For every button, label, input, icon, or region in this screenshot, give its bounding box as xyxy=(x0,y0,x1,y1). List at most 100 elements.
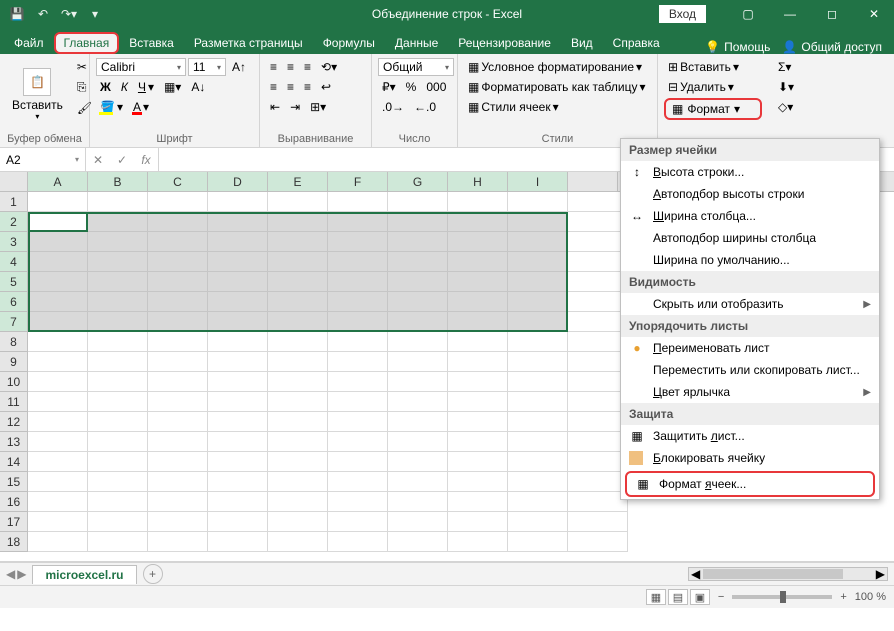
cell[interactable] xyxy=(208,412,268,432)
format-cells-button[interactable]: ▦Формат▾ xyxy=(664,98,762,120)
cell[interactable] xyxy=(28,372,88,392)
cell[interactable] xyxy=(328,472,388,492)
row-header[interactable]: 7 xyxy=(0,312,28,332)
align-center-icon[interactable]: ≡ xyxy=(283,78,298,96)
cell[interactable] xyxy=(508,452,568,472)
cell[interactable] xyxy=(28,392,88,412)
number-format-combo[interactable]: Общий▾ xyxy=(378,58,454,76)
column-header[interactable]: D xyxy=(208,172,268,191)
zoom-in-icon[interactable]: + xyxy=(840,591,846,603)
delete-cells-button[interactable]: ⊟Удалить▾ xyxy=(664,78,762,96)
cell[interactable] xyxy=(28,492,88,512)
dd-default-width[interactable]: Ширина по умолчанию... xyxy=(621,249,879,271)
row-header[interactable]: 13 xyxy=(0,432,28,452)
cell[interactable] xyxy=(448,292,508,312)
cell[interactable] xyxy=(388,392,448,412)
cell[interactable] xyxy=(88,492,148,512)
cell[interactable] xyxy=(28,532,88,552)
cell[interactable] xyxy=(328,372,388,392)
decrease-decimal-icon[interactable]: ←.0 xyxy=(410,98,440,116)
cell[interactable] xyxy=(568,192,628,212)
dd-lock-cell[interactable]: Блокировать ячейку xyxy=(621,447,879,469)
cell[interactable] xyxy=(328,452,388,472)
cell[interactable] xyxy=(268,452,328,472)
cell[interactable] xyxy=(448,312,508,332)
cell[interactable] xyxy=(508,512,568,532)
cell[interactable] xyxy=(568,212,628,232)
horizontal-scrollbar[interactable]: ◀▶ xyxy=(688,567,888,581)
font-color-icon[interactable]: A▾ xyxy=(129,98,153,116)
zoom-out-icon[interactable]: − xyxy=(718,591,724,603)
cell[interactable] xyxy=(148,292,208,312)
cell[interactable] xyxy=(88,352,148,372)
fx-icon[interactable]: fx xyxy=(134,153,158,167)
clear-icon[interactable]: ◇▾ xyxy=(774,98,822,116)
cell[interactable] xyxy=(268,512,328,532)
cell[interactable] xyxy=(88,372,148,392)
sheet-nav[interactable]: ◀▶ xyxy=(6,567,26,581)
cell[interactable] xyxy=(568,492,628,512)
cell[interactable] xyxy=(328,492,388,512)
row-header[interactable]: 16 xyxy=(0,492,28,512)
cells-area[interactable] xyxy=(28,192,628,552)
cell[interactable] xyxy=(508,312,568,332)
cell[interactable] xyxy=(568,312,628,332)
dd-hide-unhide[interactable]: Скрыть или отобразить▶ xyxy=(621,293,879,315)
cell[interactable] xyxy=(568,232,628,252)
row-header[interactable]: 4 xyxy=(0,252,28,272)
cell[interactable] xyxy=(208,192,268,212)
cell[interactable] xyxy=(208,372,268,392)
cell[interactable] xyxy=(508,432,568,452)
tab-review[interactable]: Рецензирование xyxy=(448,32,561,54)
cell[interactable] xyxy=(148,332,208,352)
cell[interactable] xyxy=(88,512,148,532)
tab-data[interactable]: Данные xyxy=(385,32,448,54)
bold-button[interactable]: Ж xyxy=(96,78,115,96)
cell[interactable] xyxy=(268,232,328,252)
tab-help[interactable]: Справка xyxy=(603,32,670,54)
decrease-font-icon[interactable]: A↓ xyxy=(187,78,209,96)
cell[interactable] xyxy=(148,232,208,252)
align-bottom-icon[interactable]: ≡ xyxy=(300,58,315,76)
cell[interactable] xyxy=(388,472,448,492)
insert-cells-button[interactable]: ⊞Вставить▾ xyxy=(664,58,762,76)
align-top-icon[interactable]: ≡ xyxy=(266,58,281,76)
cell[interactable] xyxy=(388,492,448,512)
increase-font-icon[interactable]: A↑ xyxy=(228,58,250,76)
cell[interactable] xyxy=(388,452,448,472)
cell[interactable] xyxy=(268,532,328,552)
cell[interactable] xyxy=(388,432,448,452)
cell[interactable] xyxy=(328,312,388,332)
dd-protect-sheet[interactable]: ▦Защитить лист... xyxy=(621,425,879,447)
cell[interactable] xyxy=(148,272,208,292)
cell[interactable] xyxy=(28,292,88,312)
cell[interactable] xyxy=(208,312,268,332)
cell[interactable] xyxy=(508,372,568,392)
share-button[interactable]: 👤Общий доступ xyxy=(782,40,882,54)
cell[interactable] xyxy=(508,212,568,232)
merge-icon[interactable]: ⊞▾ xyxy=(306,98,330,116)
column-header[interactable]: B xyxy=(88,172,148,191)
cell[interactable] xyxy=(328,292,388,312)
cell[interactable] xyxy=(568,332,628,352)
font-name-combo[interactable]: Calibri▾ xyxy=(96,58,186,76)
cell[interactable] xyxy=(28,472,88,492)
cell[interactable] xyxy=(568,252,628,272)
cell[interactable] xyxy=(208,492,268,512)
cell[interactable] xyxy=(508,332,568,352)
view-normal-icon[interactable]: ▦ xyxy=(646,589,666,605)
cell[interactable] xyxy=(268,272,328,292)
row-header[interactable]: 8 xyxy=(0,332,28,352)
font-size-combo[interactable]: 11▾ xyxy=(188,58,226,76)
cell[interactable] xyxy=(328,332,388,352)
cell[interactable] xyxy=(28,332,88,352)
cell[interactable] xyxy=(148,312,208,332)
cell[interactable] xyxy=(448,212,508,232)
cell[interactable] xyxy=(268,352,328,372)
cell[interactable] xyxy=(148,392,208,412)
cell[interactable] xyxy=(508,392,568,412)
cell[interactable] xyxy=(88,212,148,232)
cell[interactable] xyxy=(388,372,448,392)
row-header[interactable]: 17 xyxy=(0,512,28,532)
cell[interactable] xyxy=(568,372,628,392)
